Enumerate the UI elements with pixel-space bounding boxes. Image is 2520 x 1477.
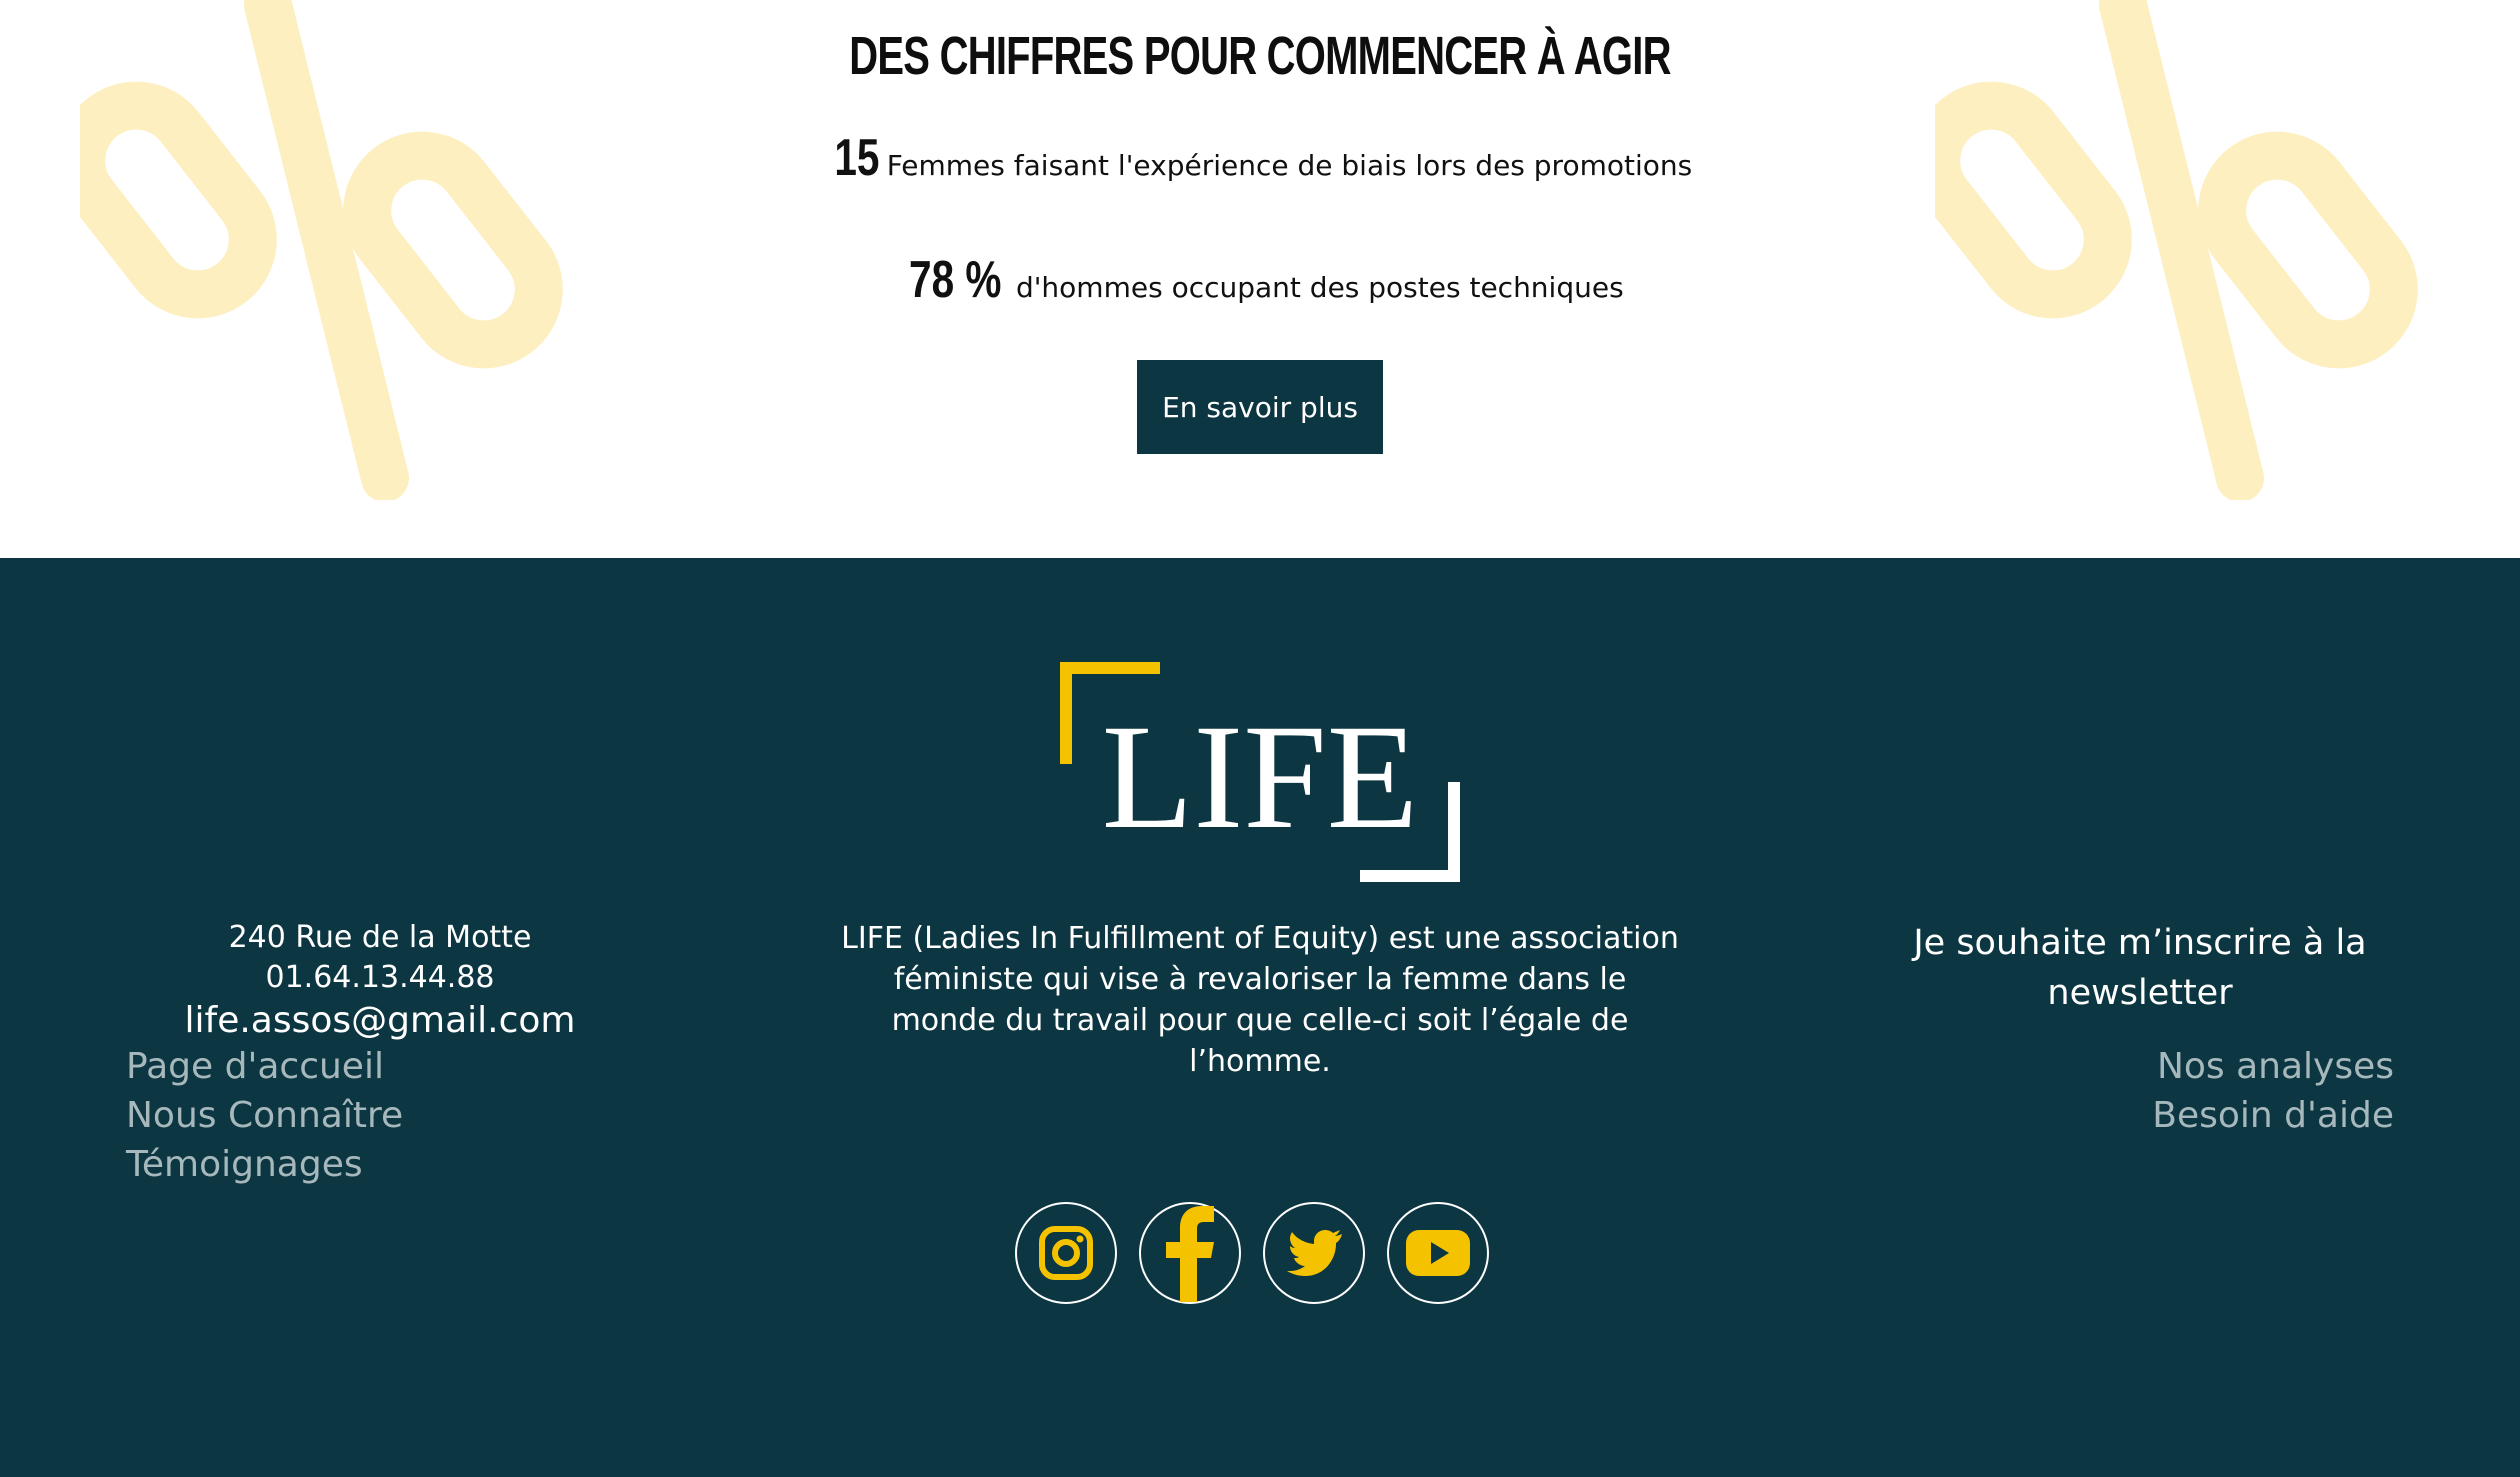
twitter-link[interactable] (1263, 1202, 1365, 1304)
instagram-link[interactable] (1015, 1202, 1117, 1304)
footer-nav-right: Nos analyses Besoin d'aide (2152, 1042, 2394, 1140)
stats-title: DES CHIFFRES POUR COMMENCER À AGIR (849, 26, 1671, 86)
stat-text: d'hommes occupant des postes techniques (1015, 271, 1624, 304)
address-street: 240 Rue de la Motte (228, 920, 532, 955)
stat-number: 78 % (909, 251, 1002, 309)
nav-link-help[interactable]: Besoin d'aide (2152, 1091, 2394, 1140)
contact-address: 240 Rue de la Motte 01.64.13.44.88 life.… (180, 918, 580, 1044)
instagram-icon (1039, 1226, 1093, 1280)
stats-section: DES CHIFFRES POUR COMMENCER À AGIR 15 Fe… (0, 0, 2520, 558)
youtube-icon (1406, 1230, 1470, 1276)
learn-more-button[interactable]: En savoir plus (1137, 360, 1383, 454)
logo-text: LIFE (1102, 694, 1419, 860)
nav-link-testimonials[interactable]: Témoignages (126, 1140, 403, 1189)
nav-link-home[interactable]: Page d'accueil (126, 1042, 403, 1091)
twitter-icon (1287, 1230, 1342, 1276)
nav-link-about[interactable]: Nous Connaître (126, 1091, 403, 1140)
facebook-icon (1166, 1206, 1214, 1302)
contact-email[interactable]: life.assos@gmail.com (180, 998, 580, 1044)
stat-number: 15 (834, 129, 880, 187)
address-phone: 01.64.13.44.88 (265, 960, 495, 995)
site-footer: LIFE 240 Rue de la Motte 01.64.13.44.88 … (0, 558, 2520, 1477)
nav-link-analyses[interactable]: Nos analyses (2152, 1042, 2394, 1091)
newsletter-signup-link[interactable]: Je souhaite m’inscrire à la newsletter (1880, 918, 2400, 1018)
stat-item: 15 Femmes faisant l'expérience de biais … (0, 128, 2520, 188)
facebook-link[interactable] (1139, 1202, 1241, 1304)
stat-text: Femmes faisant l'expérience de biais lor… (886, 149, 1693, 182)
life-logo: LIFE (1060, 662, 1460, 882)
youtube-link[interactable] (1387, 1202, 1489, 1304)
footer-nav-left: Page d'accueil Nous Connaître Témoignage… (126, 1042, 403, 1189)
about-text: LIFE (Ladies In Fulfillment of Equity) e… (841, 921, 1679, 1079)
social-links (1015, 1202, 1489, 1304)
stat-item: 78 % d'hommes occupant des postes techni… (0, 250, 2520, 310)
